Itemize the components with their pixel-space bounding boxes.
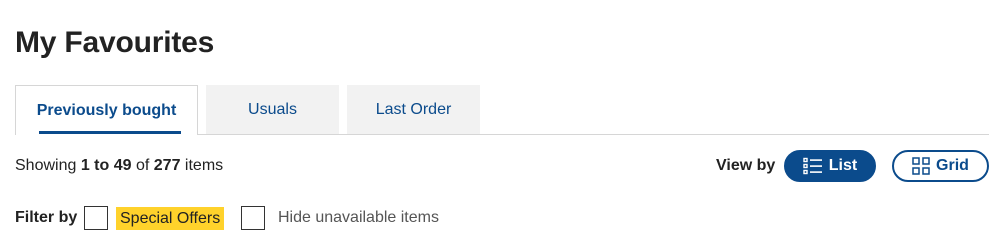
tab-label: Last Order bbox=[375, 100, 452, 118]
filter-by-label: Filter by bbox=[15, 209, 78, 226]
tab-previously-bought[interactable]: Previously bought bbox=[15, 85, 198, 135]
special-offers-label[interactable]: Special Offers bbox=[116, 207, 225, 230]
tab-label: Previously bought bbox=[36, 101, 177, 119]
special-offers-checkbox[interactable] bbox=[84, 206, 108, 230]
page-title: My Favourites bbox=[15, 26, 215, 59]
results-count: Showing 1 to 49 of 277 items bbox=[15, 157, 223, 175]
active-tab-underline bbox=[39, 131, 181, 134]
list-view-button[interactable]: List bbox=[784, 150, 876, 182]
tab-usuals[interactable]: Usuals bbox=[206, 85, 339, 134]
results-suffix: items bbox=[184, 157, 224, 174]
list-view-label: List bbox=[828, 157, 858, 174]
favourites-tabs: Previously bought Usuals Last Order bbox=[15, 85, 989, 135]
grid-icon bbox=[912, 157, 930, 175]
grid-view-button[interactable]: Grid bbox=[892, 150, 989, 182]
hide-unavailable-checkbox[interactable] bbox=[241, 206, 265, 230]
tab-last-order[interactable]: Last Order bbox=[347, 85, 480, 134]
results-range: 1 to 49 bbox=[80, 157, 132, 174]
view-by-label: View by bbox=[716, 157, 776, 174]
hide-unavailable-label[interactable]: Hide unavailable items bbox=[278, 209, 439, 227]
results-of: of bbox=[135, 157, 150, 174]
tab-label: Usuals bbox=[248, 100, 297, 118]
list-icon bbox=[803, 157, 823, 175]
results-total: 277 bbox=[153, 157, 181, 174]
grid-view-label: Grid bbox=[936, 157, 969, 174]
results-prefix: Showing bbox=[15, 157, 77, 174]
